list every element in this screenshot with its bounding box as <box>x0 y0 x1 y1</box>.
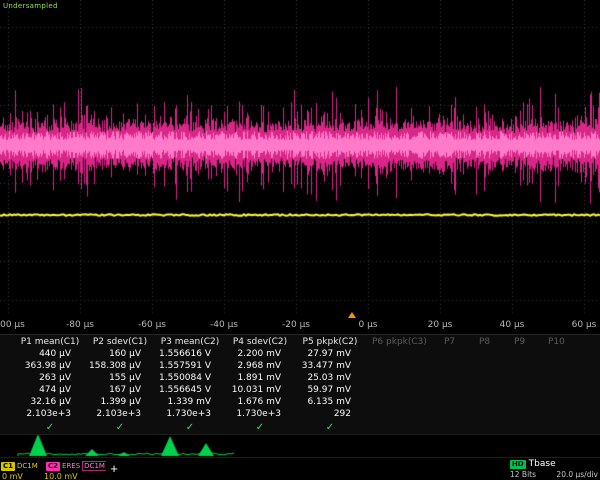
measure-value: 2.103e+3 <box>15 409 85 419</box>
measure-value: 1.556645 V <box>155 385 225 395</box>
measure-row: 263 µV155 µV1.550084 V1.891 mV25.03 mV <box>0 372 600 384</box>
measure-value: 158.308 µV <box>85 361 155 371</box>
measure-value: 167 µV <box>85 385 155 395</box>
measure-value: 10.031 mV <box>225 385 295 395</box>
measure-value: 32.16 µV <box>15 397 85 407</box>
measure-row: 2.103e+32.103e+31.730e+31.730e+3292 <box>0 408 600 420</box>
undersampled-warning: Undersampled <box>3 2 58 10</box>
measure-header[interactable]: P4 sdev(C2) <box>225 337 295 347</box>
measurement-table: P1 mean(C1)P2 sdev(C1)P3 mean(C2)P4 sdev… <box>0 334 600 435</box>
measure-status-ok: ✓ <box>225 422 295 433</box>
adc-bits: 12 Bits <box>510 470 536 479</box>
measure-value: 1.730e+3 <box>155 409 225 419</box>
measure-header[interactable]: P1 mean(C1) <box>15 337 85 347</box>
measure-value: 25.03 mV <box>295 373 365 383</box>
measure-header[interactable]: P3 mean(C2) <box>155 337 225 347</box>
c1-offset: 0 mV <box>2 472 23 480</box>
measure-value: 155 µV <box>85 373 155 383</box>
measure-value: 1.339 mV <box>155 397 225 407</box>
trigger-position-marker[interactable] <box>348 312 356 318</box>
time-tick-label: -20 µs <box>282 320 310 330</box>
measure-value: 1.676 mV <box>225 397 295 407</box>
time-tick-label: -40 µs <box>210 320 238 330</box>
measure-value: 6.135 mV <box>295 397 365 407</box>
c1-vdiv: 10.0 mV <box>44 472 78 480</box>
measure-status-ok: ✓ <box>155 422 225 433</box>
timebase-label: Tbase <box>529 459 556 469</box>
time-tick-label: -80 µs <box>66 320 94 330</box>
measure-value: 263 µV <box>15 373 85 383</box>
time-tick-label: -100 µs <box>0 320 25 330</box>
c2-descriptor[interactable]: C2 ERES DC1M <box>46 460 107 472</box>
measure-value: 2.200 mV <box>225 349 295 359</box>
time-per-div: 20.0 µs/div <box>556 470 598 479</box>
time-tick-label: 40 µs <box>500 320 525 330</box>
measure-value: 1.891 mV <box>225 373 295 383</box>
add-trace-button[interactable]: + <box>106 461 122 477</box>
c1-descriptor[interactable]: C1 DC1M <box>1 460 38 472</box>
measure-row: 363.98 µV158.308 µV1.557591 V2.968 mV33.… <box>0 360 600 372</box>
c2-chip: C2 <box>46 462 60 471</box>
time-tick-label: 0 µs <box>358 320 377 330</box>
timebase-line2: 12 Bits 20.0 µs/div <box>510 470 598 479</box>
time-tick-label: -60 µs <box>138 320 166 330</box>
hd-badge: HD <box>510 460 526 469</box>
time-tick-label: 60 µs <box>572 320 597 330</box>
measure-value: 33.477 mV <box>295 361 365 371</box>
measure-value: 1.556616 V <box>155 349 225 359</box>
time-tick-label: 20 µs <box>428 320 453 330</box>
measure-value: 27.97 mV <box>295 349 365 359</box>
measure-status-ok: ✓ <box>295 422 365 433</box>
measure-value: 440 µV <box>15 349 85 359</box>
measure-value: 292 <box>295 409 365 419</box>
measure-value: 160 µV <box>85 349 155 359</box>
timebase-line1: HD Tbase <box>510 459 598 469</box>
time-axis: -100 µs -80 µs -60 µs -40 µs -20 µs 0 µs 20 µs… <box>0 320 600 333</box>
measure-header-row: P1 mean(C1)P2 sdev(C1)P3 mean(C2)P4 sdev… <box>0 335 600 348</box>
timebase-descriptor[interactable]: HD Tbase 12 Bits 20.0 µs/div <box>510 459 598 479</box>
c1-coupling: DC1M <box>17 462 38 470</box>
measure-value: 1.730e+3 <box>225 409 295 419</box>
measure-row: 440 µV160 µV1.556616 V2.200 mV27.97 mV <box>0 348 600 360</box>
c2-processing: ERES <box>62 462 80 470</box>
measure-header-unused[interactable]: P6 pkpk(C3) <box>372 337 427 347</box>
measure-status-ok: ✓ <box>85 422 155 433</box>
measure-status-row: ✓✓✓✓✓ <box>0 420 600 434</box>
oscilloscope-screen: Undersampled -100 µs -80 µs -60 µs -40 µs -2… <box>0 0 600 480</box>
measure-value: 1.557591 V <box>155 361 225 371</box>
bottom-bar: C1 DC1M C2 ERES DC1M 0 mV 10.0 mV + HD T… <box>0 457 600 480</box>
measure-status-ok: ✓ <box>15 422 85 433</box>
measure-row: 474 µV167 µV1.556645 V10.031 mV59.97 mV <box>0 384 600 396</box>
measure-header[interactable]: P2 sdev(C1) <box>85 337 155 347</box>
measure-header-unused[interactable]: P10 <box>548 337 565 347</box>
measure-value: 1.399 µV <box>85 397 155 407</box>
measure-header-unused[interactable]: P8 <box>479 337 490 347</box>
measure-value: 2.103e+3 <box>85 409 155 419</box>
measure-value: 363.98 µV <box>15 361 85 371</box>
c2-coupling: DC1M <box>82 461 107 471</box>
measure-value: 2.968 mV <box>225 361 295 371</box>
measure-header-unused[interactable]: P9 <box>514 337 525 347</box>
measure-header-unused[interactable]: P7 <box>444 337 455 347</box>
measure-header[interactable]: P5 pkpk(C2) <box>295 337 365 347</box>
measure-value: 1.550084 V <box>155 373 225 383</box>
measure-value: 474 µV <box>15 385 85 395</box>
measure-rows: 440 µV160 µV1.556616 V2.200 mV27.97 mV36… <box>0 348 600 420</box>
measure-row: 32.16 µV1.399 µV1.339 mV1.676 mV6.135 mV <box>0 396 600 408</box>
measure-value: 59.97 mV <box>295 385 365 395</box>
c1-chip: C1 <box>1 462 15 471</box>
